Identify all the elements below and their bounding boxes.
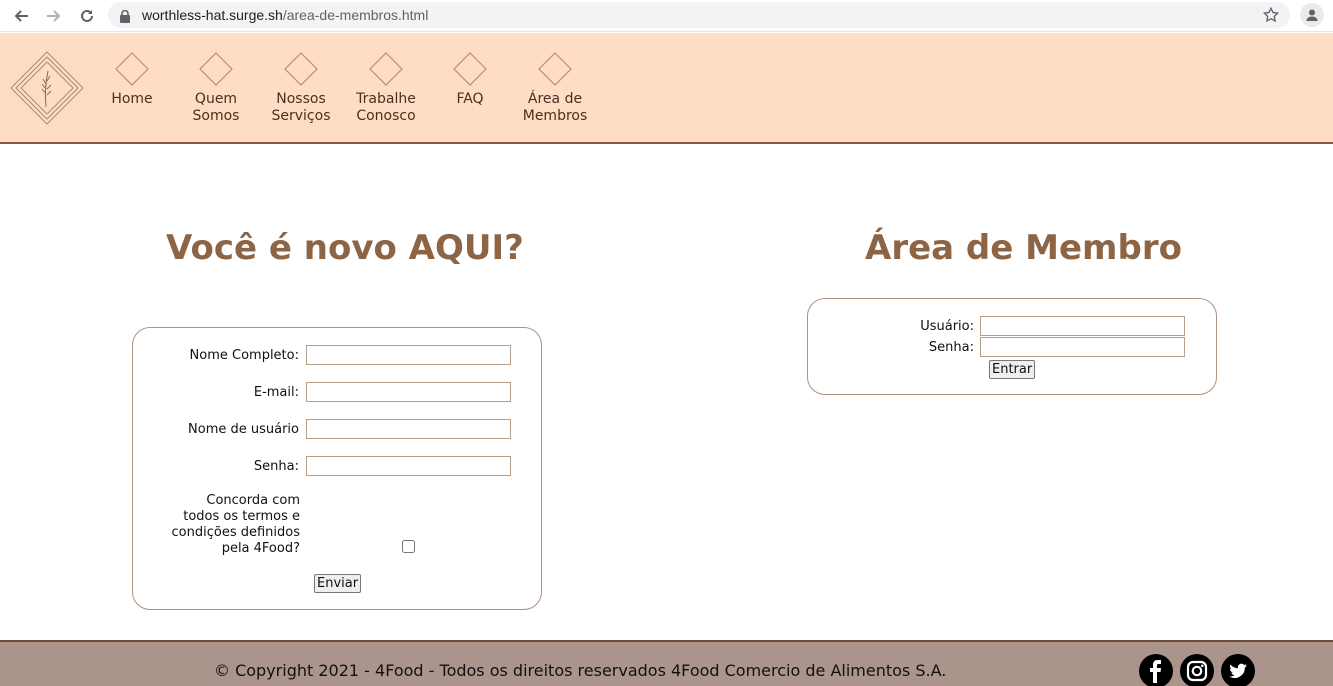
nav-item-label: Home (111, 91, 153, 107)
username-input[interactable] (306, 419, 511, 439)
lock-icon (120, 8, 130, 27)
nav-item-label: FAQ (456, 91, 484, 107)
back-icon[interactable] (9, 4, 33, 28)
url-text: worthless-hat.surge.sh/area-de-membros.h… (142, 7, 428, 23)
nav-item-area-de-membros[interactable]: Área de Membros (510, 51, 600, 125)
twitter-icon[interactable] (1221, 654, 1255, 686)
full-name-input[interactable] (306, 345, 511, 365)
full-name-label: Nome Completo: (189, 348, 299, 363)
nav-item-trabalhe-conosco[interactable]: Trabalhe Conosco (341, 51, 431, 125)
nav-item-faq[interactable]: FAQ (425, 51, 515, 108)
nav-item-home[interactable]: Home (87, 51, 177, 108)
diamond-icon (115, 52, 149, 86)
login-title: Área de Membro (865, 228, 1182, 268)
password-label: Senha: (253, 459, 299, 474)
profile-avatar-icon[interactable] (1300, 3, 1324, 27)
nav-item-label: Trabalhe Conosco (356, 91, 416, 124)
url-host: worthless-hat.surge.sh (142, 7, 283, 23)
username-label: Nome de usuário (188, 422, 299, 437)
login-form: Usuário: Senha: Entrar (807, 298, 1217, 395)
nav-item-nossos-servicos[interactable]: Nossos Serviços (256, 51, 346, 125)
diamond-icon (369, 52, 403, 86)
terms-checkbox[interactable] (402, 540, 415, 553)
site-header: Home Quem Somos Nossos Serviços Trabalhe… (0, 33, 1333, 144)
register-form: Nome Completo: E-mail: Nome de usuário S… (132, 327, 542, 610)
address-bar[interactable]: worthless-hat.surge.sh/area-de-membros.h… (108, 2, 1290, 28)
site-logo[interactable] (8, 49, 86, 127)
user-input[interactable] (980, 316, 1185, 336)
site-footer: © Copyright 2021 - 4Food - Todos os dire… (0, 640, 1333, 686)
email-input[interactable] (306, 382, 511, 402)
nav-item-label: Quem Somos (192, 91, 240, 124)
url-path: /area-de-membros.html (282, 7, 429, 23)
facebook-icon[interactable] (1139, 654, 1173, 686)
diamond-icon (453, 52, 487, 86)
login-button[interactable]: Entrar (989, 360, 1036, 379)
diamond-icon (199, 52, 233, 86)
browser-toolbar: worthless-hat.surge.sh/area-de-membros.h… (0, 0, 1333, 32)
diamond-icon (538, 52, 572, 86)
user-label: Usuário: (920, 319, 974, 334)
login-password-label: Senha: (928, 340, 974, 355)
terms-label: Concorda com todos os termos e condições… (171, 493, 300, 556)
copyright-text: © Copyright 2021 - 4Food - Todos os dire… (214, 661, 947, 680)
nav-item-label: Área de Membros (522, 91, 588, 124)
email-label: E-mail: (253, 385, 299, 400)
nav-item-quem-somos[interactable]: Quem Somos (171, 51, 261, 125)
register-title: Você é novo AQUI? (166, 228, 524, 268)
submit-button[interactable]: Enviar (314, 574, 362, 593)
forward-icon[interactable] (42, 4, 66, 28)
login-password-input[interactable] (980, 337, 1185, 357)
instagram-icon[interactable] (1180, 654, 1214, 686)
reload-icon[interactable] (75, 4, 99, 28)
nav-item-label: Nossos Serviços (271, 91, 331, 124)
password-input[interactable] (306, 456, 511, 476)
diamond-icon (284, 52, 318, 86)
bookmark-star-icon[interactable] (1262, 6, 1280, 28)
